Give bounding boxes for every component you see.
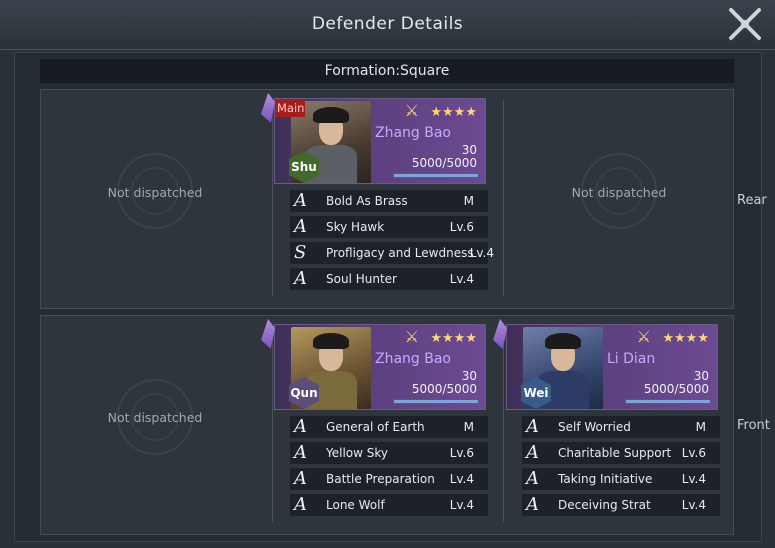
skill-row[interactable]: A Sky Hawk Lv.6 <box>290 216 488 238</box>
skill-level: Lv.4 <box>449 472 474 486</box>
main-general-badge: Main <box>275 99 305 117</box>
troop-bar <box>393 173 479 178</box>
skill-level: Lv.4 <box>681 472 706 486</box>
skill-grade: A <box>526 416 539 437</box>
troop-count: 5000/5000 <box>643 382 709 396</box>
skill-grade: A <box>294 216 307 237</box>
skill-list: A General of Earth M A Yellow Sky Lv.6 A… <box>290 416 488 520</box>
formation-label: Formation:Square <box>40 59 734 83</box>
skill-level: Lv.6 <box>449 446 474 460</box>
front-row-label: Front <box>737 418 770 433</box>
skill-grade: A <box>526 468 539 489</box>
general-level: 30 <box>461 369 477 383</box>
skill-level: Lv.4 <box>469 246 494 260</box>
skill-level: M <box>463 420 474 434</box>
skill-row[interactable]: A Lone Wolf Lv.4 <box>290 494 488 516</box>
skill-level: M <box>695 420 706 434</box>
skill-name: Deceiving Strat <box>558 498 651 512</box>
window-title: Defender Details <box>311 14 464 34</box>
skill-level: M <box>463 194 474 208</box>
divider <box>503 326 504 522</box>
front-left-empty-slot[interactable]: Not dispatched <box>65 410 245 425</box>
divider <box>503 100 504 296</box>
skill-row[interactable]: S Profligacy and Lewdness Lv.4 <box>290 242 494 264</box>
skill-name: Bold As Brass <box>326 194 408 208</box>
skill-name: Taking Initiative <box>558 472 653 486</box>
skill-name: Profligacy and Lewdness <box>326 246 474 260</box>
skill-level: Lv.4 <box>681 498 706 512</box>
skill-row[interactable]: A General of Earth M <box>290 416 488 438</box>
star-rating: ★★★★ <box>430 105 477 120</box>
skill-row[interactable]: A Yellow Sky Lv.6 <box>290 442 488 464</box>
skill-list: A Bold As Brass M A Sky Hawk Lv.6 S Prof… <box>290 190 494 294</box>
skill-name: Charitable Support <box>558 446 672 460</box>
skill-name: General of Earth <box>326 420 425 434</box>
divider <box>272 100 273 296</box>
skill-level: Lv.4 <box>449 498 474 512</box>
skill-grade: A <box>294 468 307 489</box>
weapon-icon: ⚔ <box>636 327 651 346</box>
skill-name: Soul Hunter <box>326 272 397 286</box>
skill-grade: A <box>526 494 539 515</box>
skill-row[interactable]: A Charitable Support Lv.6 <box>522 442 720 464</box>
general-level: 30 <box>693 369 709 383</box>
troop-bar <box>393 399 479 404</box>
skill-list: A Self Worried M A Charitable Support Lv… <box>522 416 720 520</box>
troop-bar-fill <box>394 400 478 403</box>
skill-row[interactable]: A Battle Preparation Lv.4 <box>290 468 488 490</box>
skill-row[interactable]: A Taking Initiative Lv.4 <box>522 468 720 490</box>
general-name: Zhang Bao <box>375 351 452 367</box>
general-portrait-frame: ⚔ ★★★★ Zhang Bao 30 5000/5000 Qun <box>261 319 486 410</box>
general-portrait-frame: Main ⚔ ★★★★ Zhang Bao 30 5000/5000 Shu <box>261 93 486 184</box>
skill-name: Sky Hawk <box>326 220 385 234</box>
skill-grade: A <box>294 416 307 437</box>
skill-name: Lone Wolf <box>326 498 385 512</box>
divider <box>272 326 273 522</box>
general-name: Zhang Bao <box>375 125 452 141</box>
skill-row[interactable]: A Self Worried M <box>522 416 720 438</box>
star-rating: ★★★★ <box>430 331 477 346</box>
skill-name: Yellow Sky <box>326 446 388 460</box>
title-bar: Defender Details <box>0 0 775 50</box>
general-level: 30 <box>461 143 477 157</box>
troop-bar-fill <box>626 400 710 403</box>
rear-row-label: Rear <box>737 193 767 208</box>
skill-row[interactable]: A Deceiving Strat Lv.4 <box>522 494 720 516</box>
skill-grade: A <box>294 494 307 515</box>
troop-count: 5000/5000 <box>411 156 477 170</box>
skill-name: Self Worried <box>558 420 631 434</box>
troop-bar <box>625 399 711 404</box>
general-portrait-frame: ⚔ ★★★★ Li Dian 30 5000/5000 Wei <box>493 319 718 410</box>
skill-level: Lv.4 <box>449 272 474 286</box>
weapon-icon: ⚔ <box>404 101 419 120</box>
skill-grade: A <box>526 442 539 463</box>
rear-right-empty-slot[interactable]: Not dispatched <box>529 185 709 200</box>
skill-row[interactable]: A Soul Hunter Lv.4 <box>290 268 488 290</box>
weapon-icon: ⚔ <box>404 327 419 346</box>
rear-left-empty-slot[interactable]: Not dispatched <box>65 185 245 200</box>
close-icon[interactable] <box>723 2 767 46</box>
skill-level: Lv.6 <box>681 446 706 460</box>
skill-grade: A <box>294 190 307 211</box>
troop-bar-fill <box>394 174 478 177</box>
skill-grade: S <box>294 242 307 263</box>
skill-grade: A <box>294 442 307 463</box>
star-rating: ★★★★ <box>662 331 709 346</box>
general-name: Li Dian <box>607 351 656 367</box>
skill-row[interactable]: A Bold As Brass M <box>290 190 488 212</box>
skill-level: Lv.6 <box>449 220 474 234</box>
skill-name: Battle Preparation <box>326 472 435 486</box>
troop-count: 5000/5000 <box>411 382 477 396</box>
skill-grade: A <box>294 268 307 289</box>
